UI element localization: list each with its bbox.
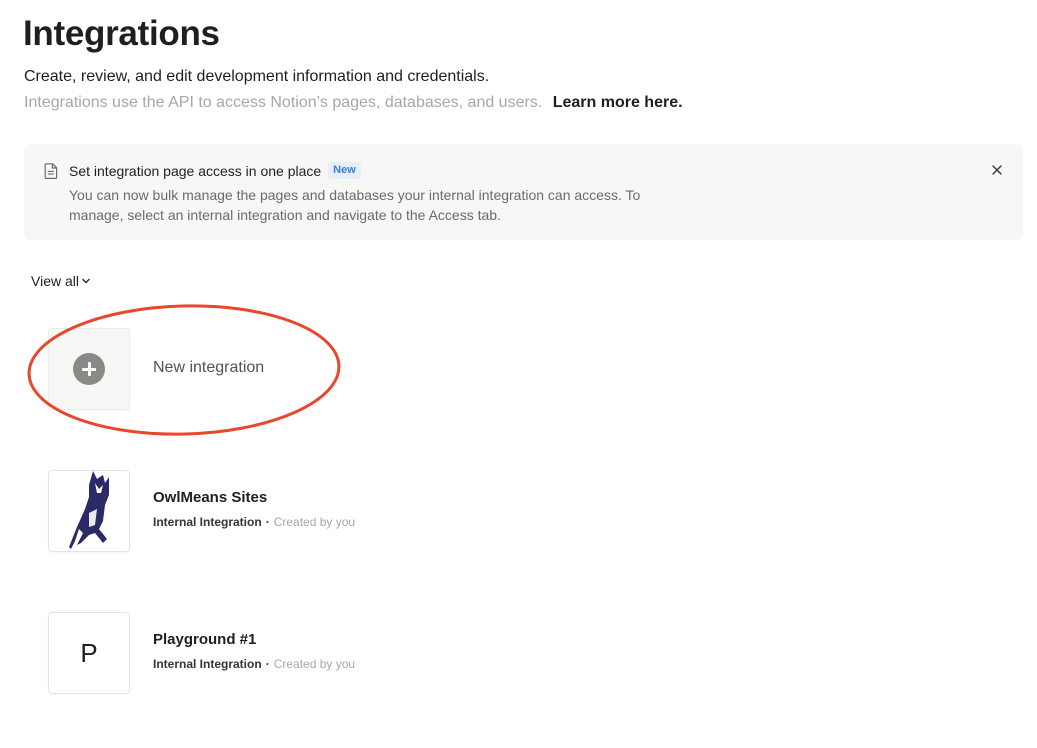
integration-name: OwlMeans Sites bbox=[153, 489, 268, 506]
chevron-down-icon bbox=[79, 273, 91, 289]
meta-separator: · bbox=[265, 515, 270, 529]
integrations-page: Integrations Create, review, and edit de… bbox=[0, 0, 1037, 748]
integration-name: Playground #1 bbox=[153, 631, 257, 648]
new-integration-button[interactable]: New integration bbox=[48, 328, 748, 410]
integration-created-by: Created by you bbox=[273, 515, 356, 529]
banner-title: Set integration page access in one place… bbox=[69, 162, 361, 179]
banner-body: You can now bulk manage the pages and da… bbox=[69, 187, 641, 223]
description-text: Integrations use the API to access Notio… bbox=[24, 94, 543, 111]
integration-logo-letter: P bbox=[80, 637, 98, 668]
meta-separator: · bbox=[265, 657, 270, 671]
close-icon[interactable] bbox=[988, 161, 1006, 179]
integration-logo: P bbox=[48, 612, 130, 694]
integration-card[interactable]: P Playground #1 Internal Integration · C… bbox=[48, 612, 748, 694]
info-banner: Set integration page access in one place… bbox=[24, 144, 1023, 240]
integration-meta: Internal Integration · Created by you bbox=[153, 515, 355, 529]
page-subtitle: Create, review, and edit development inf… bbox=[24, 68, 490, 85]
page-title: Integrations bbox=[23, 14, 220, 53]
new-badge: New bbox=[328, 162, 361, 179]
integration-created-by: Created by you bbox=[273, 657, 356, 671]
banner-title-text: Set integration page access in one place bbox=[69, 162, 322, 179]
new-integration-label: New integration bbox=[153, 359, 265, 376]
integration-type: Internal Integration bbox=[153, 515, 262, 529]
view-all-dropdown[interactable]: View all bbox=[31, 273, 91, 289]
page-description: Integrations use the API to access Notio… bbox=[24, 94, 683, 112]
integration-meta: Internal Integration · Created by you bbox=[153, 657, 355, 671]
new-integration-tile[interactable] bbox=[48, 328, 130, 410]
integration-logo bbox=[48, 470, 130, 552]
owl-logo-icon bbox=[59, 469, 119, 554]
integration-card[interactable]: OwlMeans Sites Internal Integration · Cr… bbox=[48, 470, 748, 552]
view-all-label: View all bbox=[31, 273, 79, 289]
learn-more-link[interactable]: Learn more here. bbox=[553, 94, 683, 111]
plus-circle-icon bbox=[73, 353, 105, 385]
integration-type: Internal Integration bbox=[153, 657, 262, 671]
document-icon bbox=[44, 163, 58, 179]
